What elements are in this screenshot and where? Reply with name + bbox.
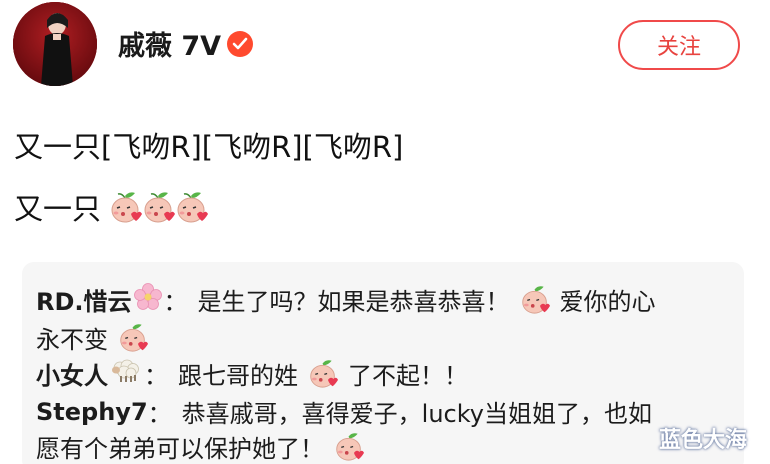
- verified-badge-icon: [227, 30, 254, 57]
- comment-text: 永不变: [36, 326, 108, 354]
- comment-text: 恭喜戚哥，喜得爱子，lucky当姐姐了，也如: [181, 400, 652, 428]
- comment-item[interactable]: 小女人 ： 跟七哥的姓 了不起！！: [36, 356, 468, 391]
- comment-text: 是生了吗？如果是恭喜恭喜！: [197, 288, 510, 316]
- comment-colon: ：: [147, 400, 172, 428]
- comment-item[interactable]: Stephy7 ： 恭喜戚哥，喜得爱子，lucky当姐姐了，也如: [36, 394, 652, 429]
- flying-kiss-emoji-icon: [308, 358, 338, 389]
- flying-kiss-emoji-icon: [520, 284, 550, 315]
- sheep-emoji-icon: [110, 358, 142, 390]
- comment-colon: ：: [144, 362, 168, 390]
- flying-kiss-emoji-icon: [109, 190, 143, 224]
- username[interactable]: 戚薇 7V: [118, 24, 254, 63]
- comment-text: 了不起！！: [348, 362, 468, 390]
- comment-colon: ：: [163, 288, 188, 316]
- flying-kiss-emoji-icon: [142, 190, 176, 224]
- avatar[interactable]: [13, 2, 97, 86]
- post-text-line2-text: 又一只: [14, 192, 102, 226]
- comment-author[interactable]: RD.惜云: [36, 282, 132, 317]
- comment-item[interactable]: RD.惜云 ： 是生了吗？如果是恭喜恭喜！ 爱你的心: [36, 282, 656, 317]
- follow-button[interactable]: 关注: [618, 20, 740, 70]
- follow-label: 关注: [656, 35, 701, 60]
- comment-item-continued: 永不变: [36, 320, 148, 355]
- comments-panel: RD.惜云 ： 是生了吗？如果是恭喜恭喜！ 爱你的心 永不变 小女人 ： 跟七哥…: [22, 262, 744, 464]
- comment-author[interactable]: 小女人: [36, 356, 108, 391]
- cherry-blossom-emoji-icon: [133, 282, 162, 317]
- comment-text: 愿有个弟弟可以保护她了！: [36, 435, 324, 463]
- comment-text: 跟七哥的姓: [178, 362, 298, 390]
- comment-text: 爱你的心: [559, 288, 656, 316]
- flying-kiss-emoji-icon: [118, 322, 148, 353]
- comment-author[interactable]: Stephy7: [36, 398, 148, 426]
- post-text-line1: 又一只[飞吻R][飞吻R][飞吻R]: [14, 130, 404, 164]
- post-text-line2: 又一只: [14, 186, 209, 228]
- weibo-post: 戚薇 7V 关注 又一只[飞吻R][飞吻R][飞吻R] 又一只 RD.惜云 ： …: [0, 0, 770, 464]
- username-text[interactable]: 戚薇 7V: [118, 24, 221, 63]
- flying-kiss-emoji-icon: [334, 431, 364, 462]
- flying-kiss-emoji-icon: [175, 190, 209, 224]
- watermark: 蓝色大海: [659, 428, 748, 453]
- comment-item-continued: 愿有个弟弟可以保护她了！: [36, 429, 364, 464]
